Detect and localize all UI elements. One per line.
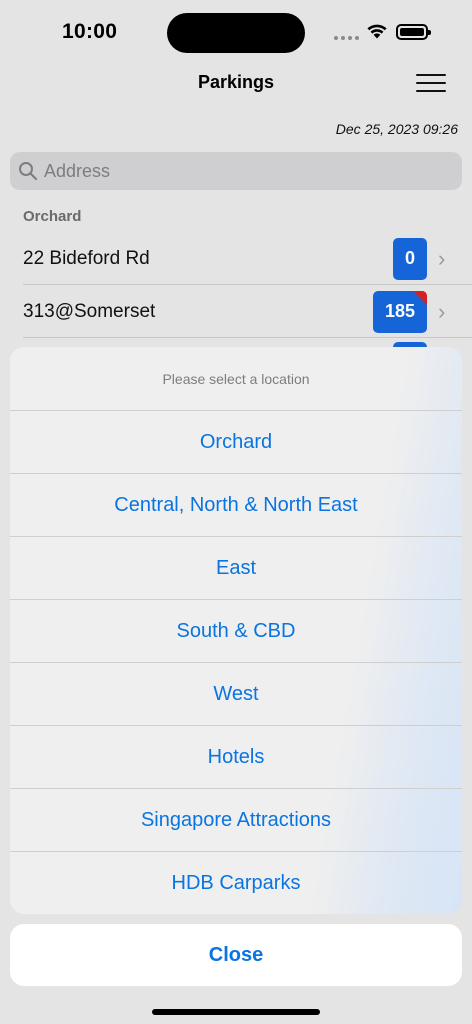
- status-time: 10:00: [62, 20, 118, 43]
- action-sheet-message: Please select a location: [10, 347, 462, 411]
- location-action-sheet: Please select a location Orchard Central…: [10, 347, 462, 914]
- alert-corner-marker: [413, 290, 427, 305]
- search-input[interactable]: Address: [10, 152, 462, 190]
- availability-count: 0: [404, 248, 415, 268]
- search-placeholder: Address: [44, 160, 111, 181]
- option-west[interactable]: West: [10, 663, 462, 726]
- availability-count: 185: [384, 301, 416, 321]
- chevron-right-icon: ›: [438, 245, 446, 271]
- chevron-right-icon: ›: [438, 298, 446, 324]
- menu-icon[interactable]: [416, 74, 446, 94]
- last-updated-datetime: Dec 25, 2023 09:26: [335, 121, 458, 137]
- list-item[interactable]: 22 Bideford Rd 0 ›: [0, 232, 472, 285]
- battery-icon: [396, 24, 431, 40]
- dynamic-island: [167, 13, 305, 53]
- carpark-name: 22 Bideford Rd: [23, 247, 150, 269]
- carpark-name: 313@Somerset: [23, 300, 156, 322]
- search-icon: [19, 162, 38, 181]
- option-singapore-attractions[interactable]: Singapore Attractions: [10, 789, 462, 852]
- availability-badge: 0: [393, 237, 427, 280]
- option-central-north-northeast[interactable]: Central, North & North East: [10, 474, 462, 537]
- wifi-icon: [367, 24, 387, 39]
- option-hotels[interactable]: Hotels: [10, 726, 462, 789]
- option-east[interactable]: East: [10, 537, 462, 600]
- row-divider: [23, 337, 472, 338]
- page-title: Parkings: [197, 72, 275, 92]
- cellular-signal-icon: [334, 36, 359, 40]
- status-bar: 10:00: [0, 0, 472, 64]
- availability-badge: 185: [373, 290, 427, 333]
- option-south-cbd[interactable]: South & CBD: [10, 600, 462, 663]
- close-button[interactable]: Close: [10, 924, 462, 986]
- section-header-orchard: Orchard: [23, 208, 82, 225]
- list-item[interactable]: 313@Somerset 185 ›: [0, 285, 472, 338]
- option-orchard[interactable]: Orchard: [10, 411, 462, 474]
- home-indicator[interactable]: [152, 1009, 320, 1015]
- option-hdb-carparks[interactable]: HDB Carparks: [10, 852, 462, 914]
